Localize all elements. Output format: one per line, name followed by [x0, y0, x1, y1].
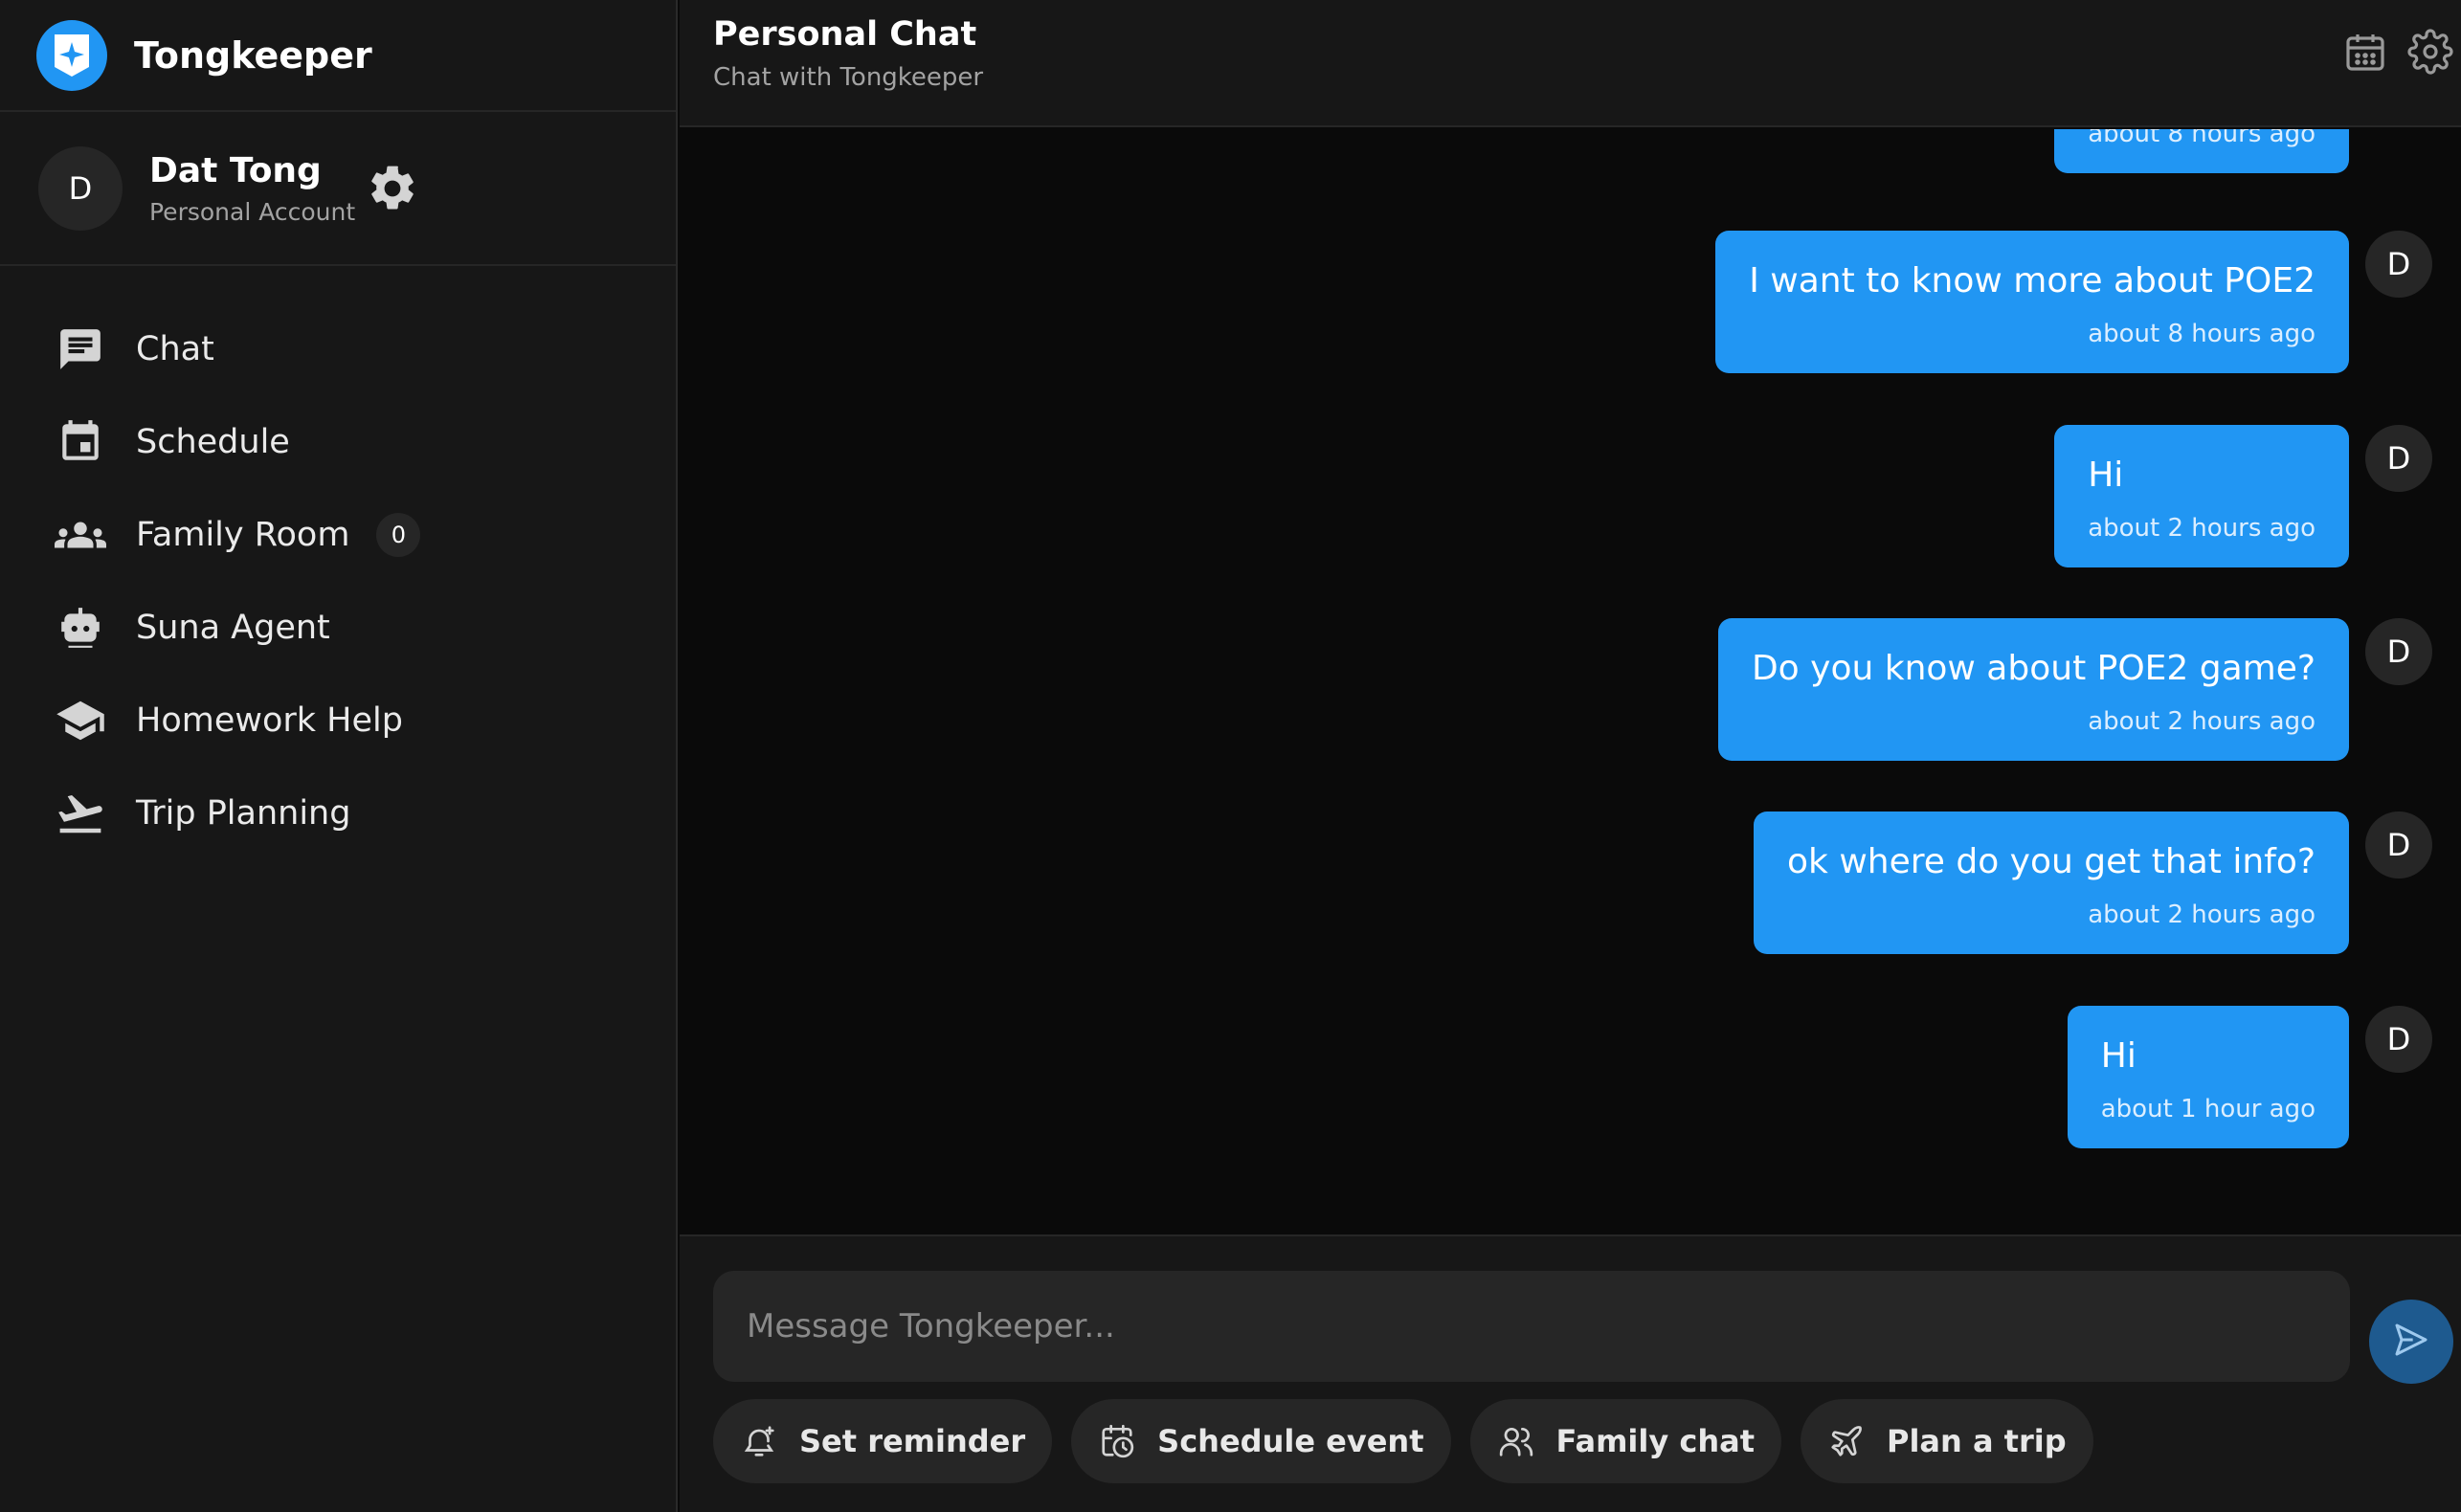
app-name: Tongkeeper: [134, 33, 372, 77]
robot-icon: [54, 601, 107, 655]
chat-icon: [54, 322, 107, 376]
users-icon: [1497, 1422, 1535, 1460]
sidebar-item-label: Homework Help: [136, 700, 403, 740]
plane-takeoff-icon: [54, 787, 107, 840]
avatar: D: [2365, 1006, 2432, 1073]
avatar: D: [2365, 618, 2432, 685]
quick-actions: Set reminder Schedule event Family chat …: [713, 1399, 2093, 1483]
message-bubble: Do you know about POE2 game? about 2 hou…: [1717, 618, 2349, 761]
sidebar-nav: Chat Schedule Family Room 0 Suna Agent H…: [0, 266, 676, 859]
bell-plus-icon: [740, 1422, 778, 1460]
page-subtitle: Chat with Tongkeeper: [713, 63, 984, 92]
message-timestamp: about 8 hours ago: [2088, 320, 2316, 348]
sidebar-item-label: Chat: [136, 329, 214, 368]
plan-trip-chip[interactable]: Plan a trip: [1801, 1399, 2093, 1483]
message-bubble: I want to know more about POE2 about 8 h…: [1715, 231, 2349, 373]
message-text: Hi: [2088, 456, 2124, 495]
schedule-event-chip[interactable]: Schedule event: [1071, 1399, 1451, 1483]
calendar-clock-icon: [1098, 1422, 1136, 1460]
calendar-icon: [54, 415, 107, 469]
chip-label: Family chat: [1555, 1423, 1756, 1459]
avatar: D: [38, 145, 123, 231]
sidebar-item-label: Schedule: [136, 422, 290, 461]
message-text: Hi: [2100, 1036, 2137, 1076]
message-bubble: Hi about 2 hours ago: [2054, 425, 2349, 567]
profile-card: D Dat Tong Personal Account: [0, 112, 676, 266]
sidebar-item-schedule[interactable]: Schedule: [0, 395, 676, 488]
app-root: Tongkeeper D Dat Tong Personal Account C…: [0, 0, 2461, 1512]
sidebar-item-trip-planning[interactable]: Trip Planning: [0, 767, 676, 859]
sidebar-item-label: Trip Planning: [136, 793, 351, 833]
avatar: D: [2365, 425, 2432, 492]
message-timestamp: about 1 hour ago: [2100, 1095, 2316, 1123]
page-title: Personal Chat: [713, 15, 977, 54]
sidebar-item-label: Family Room: [136, 515, 350, 554]
chip-label: Schedule event: [1157, 1423, 1424, 1459]
calendar-button[interactable]: [2342, 29, 2388, 75]
sidebar-item-suna-agent[interactable]: Suna Agent: [0, 581, 676, 674]
sidebar: Tongkeeper D Dat Tong Personal Account C…: [0, 0, 678, 1512]
message-text: Do you know about POE2 game?: [1751, 649, 2316, 688]
set-reminder-chip[interactable]: Set reminder: [713, 1399, 1053, 1483]
message-timestamp: about 8 hours ago: [2088, 129, 2316, 148]
chip-label: Plan a trip: [1887, 1423, 2067, 1459]
message-bubble: about 8 hours ago: [2054, 129, 2349, 173]
send-button[interactable]: [2369, 1300, 2453, 1384]
profile-account-type: Personal Account: [149, 197, 356, 226]
chip-label: Set reminder: [799, 1423, 1026, 1459]
avatar: D: [2365, 231, 2432, 298]
chat-header: Personal Chat Chat with Tongkeeper: [680, 0, 2461, 127]
message-bubble: ok where do you get that info? about 2 h…: [1754, 812, 2349, 954]
sidebar-item-homework-help[interactable]: Homework Help: [0, 674, 676, 767]
plane-icon: [1827, 1422, 1866, 1460]
app-logo-icon: [36, 19, 107, 91]
message-bubble: Hi about 1 hour ago: [2067, 1006, 2349, 1148]
message-text: I want to know more about POE2: [1749, 261, 2316, 300]
group-icon: [54, 508, 107, 562]
profile-name: Dat Tong: [149, 150, 322, 190]
calendar-grid-icon: [2342, 34, 2388, 78]
message-input[interactable]: [713, 1271, 2350, 1382]
count-badge: 0: [376, 512, 421, 557]
gear-icon: [2407, 29, 2453, 78]
avatar: D: [2365, 812, 2432, 878]
brand: Tongkeeper: [0, 0, 676, 112]
send-icon: [2392, 1321, 2430, 1363]
profile-text: Dat Tong Personal Account: [149, 151, 355, 226]
message-timestamp: about 2 hours ago: [2088, 901, 2316, 929]
message-text: ok where do you get that info?: [1787, 842, 2316, 881]
sidebar-item-family-room[interactable]: Family Room 0: [0, 488, 676, 581]
composer: Set reminder Schedule event Family ch: [680, 1234, 2461, 1512]
profile-settings-gear-icon[interactable]: [366, 162, 419, 215]
family-chat-chip[interactable]: Family chat: [1469, 1399, 1781, 1483]
sidebar-item-chat[interactable]: Chat: [0, 302, 676, 395]
message-list: about 8 hours ago I want to know more ab…: [680, 129, 2461, 1234]
message-timestamp: about 2 hours ago: [2088, 514, 2316, 543]
graduation-cap-icon: [54, 694, 107, 747]
settings-button[interactable]: [2407, 29, 2453, 75]
message-timestamp: about 2 hours ago: [2088, 707, 2316, 736]
sidebar-item-label: Suna Agent: [136, 608, 330, 647]
